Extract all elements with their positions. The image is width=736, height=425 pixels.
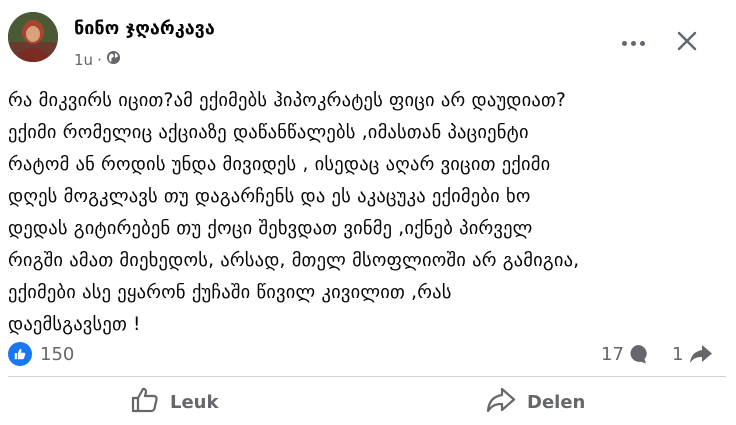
post-time[interactable]: 1u — [74, 51, 93, 69]
like-button-label: Leuk — [170, 391, 219, 413]
comment-count[interactable]: 17 — [601, 344, 624, 365]
globe-icon[interactable] — [106, 50, 121, 69]
thumbs-up-icon[interactable] — [8, 342, 32, 366]
meta-separator: · — [97, 50, 102, 69]
post-meta: 1u · — [74, 50, 121, 69]
dot — [630, 40, 636, 46]
post-actions: Leuk Delen — [0, 382, 736, 422]
share-button-label: Delen — [527, 391, 586, 413]
author-name[interactable]: ნინო ჯღარკავა — [74, 18, 215, 39]
share-arrow-icon[interactable] — [689, 344, 713, 368]
post-header: ნინო ჯღარკავა 1u · — [8, 10, 728, 72]
post-card: ნინო ჯღარკავა 1u · რა მიკვირს იცით?ამ ექ… — [0, 0, 736, 425]
reaction-summary: 150 17 1 — [0, 338, 736, 372]
thumbs-up-outline-icon — [130, 386, 160, 419]
dot — [639, 40, 645, 46]
share-count[interactable]: 1 — [672, 344, 683, 365]
share-outline-icon — [485, 387, 517, 418]
like-button[interactable]: Leuk — [130, 382, 218, 422]
post-text: რა მიკვირს იცით?ამ ექიმებს ჰიპოკრატეს ფი… — [8, 90, 580, 335]
avatar[interactable] — [8, 12, 58, 62]
comment-bubble-icon[interactable] — [627, 343, 649, 369]
avatar-image — [8, 12, 58, 62]
dot — [621, 40, 627, 46]
like-count[interactable]: 150 — [40, 344, 74, 365]
more-dots-icon[interactable] — [616, 30, 650, 56]
close-icon[interactable] — [670, 24, 704, 58]
share-button[interactable]: Delen — [485, 382, 585, 422]
divider — [8, 376, 726, 377]
